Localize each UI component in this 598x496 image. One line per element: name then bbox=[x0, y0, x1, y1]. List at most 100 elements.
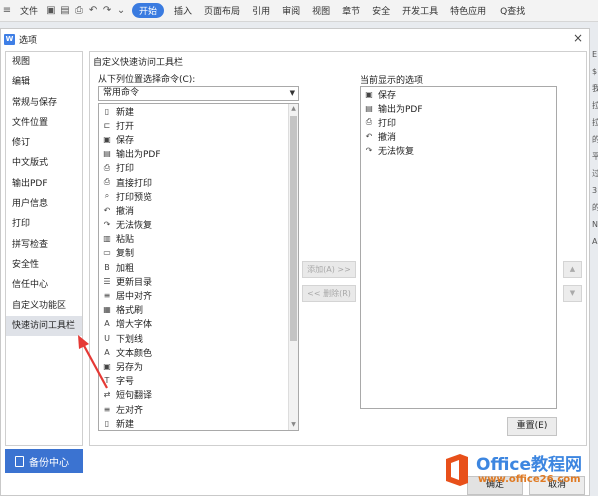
command-item-label: 更新目录 bbox=[116, 277, 153, 288]
command-item[interactable]: ⊏ 打开 bbox=[99, 118, 298, 132]
command-item[interactable]: ⎙ 直接打印 bbox=[99, 175, 298, 189]
current-items-list[interactable]: ▣ 保存 ▤ 输出为PDF ⎙ 打印 ↶ 撤消 ↷ 无法恢复 bbox=[360, 86, 557, 409]
dialog-titlebar[interactable]: W 选项 × bbox=[1, 29, 589, 49]
command-item-label: 增大字体 bbox=[116, 320, 153, 331]
open-icon[interactable]: ▤ bbox=[58, 0, 72, 22]
print-icon[interactable]: ⎙ bbox=[72, 0, 86, 22]
current-item[interactable]: ⎙ 打印 bbox=[361, 115, 556, 129]
scroll-down-icon[interactable]: ▼ bbox=[289, 420, 298, 430]
command-item[interactable]: ⎙ 打印 bbox=[99, 161, 298, 175]
scroll-thumb[interactable] bbox=[290, 116, 297, 341]
redo-icon[interactable]: ↷ bbox=[100, 0, 114, 22]
increase-font-icon: A bbox=[104, 319, 110, 329]
nav-item-trust-center[interactable]: 信任中心 bbox=[6, 275, 82, 295]
command-source-select[interactable]: 常用命令 ▼ bbox=[98, 86, 299, 101]
watermark-brand: Office教程网 bbox=[476, 455, 583, 475]
remove-button[interactable]: << 删除(R) bbox=[302, 285, 356, 302]
ribbon: ≡ 文件 ▣ ▤ ⎙ ↶ ↷ ⌄ 开始 插入 页面布局 引用 审阅 视图 章节 … bbox=[0, 0, 598, 22]
menu-icon[interactable]: ≡ bbox=[0, 0, 14, 22]
command-item[interactable]: ▯ 新建 bbox=[99, 104, 298, 118]
command-item[interactable]: ▣ 保存 bbox=[99, 132, 298, 146]
command-item-label: 另存为 bbox=[116, 362, 144, 373]
available-commands-list[interactable]: ▯ 新建 ⊏ 打开 ▣ 保存 ▤ 输出为PDF ⎙ 打印 ⎙ 直接打印 ⌕ 打印预览 ↶ 撤消 ↷ 无法恢复 ▥ 粘贴… bbox=[98, 103, 299, 431]
command-item[interactable]: ≡ 居中对齐 bbox=[99, 288, 298, 302]
nav-item-view[interactable]: 视图 bbox=[6, 52, 82, 72]
nav-item-spell-check[interactable]: 拼写检查 bbox=[6, 235, 82, 255]
tab-reference[interactable]: 引用 bbox=[246, 0, 276, 22]
tab-view[interactable]: 视图 bbox=[306, 0, 336, 22]
tab-security[interactable]: 安全 bbox=[366, 0, 396, 22]
reset-button[interactable]: 重置(E) bbox=[507, 417, 557, 436]
nav-item-security[interactable]: 安全性 bbox=[6, 255, 82, 275]
copy-icon: ▭ bbox=[103, 248, 111, 258]
command-item-label: 输出为PDF bbox=[116, 150, 161, 161]
undo-icon[interactable]: ↶ bbox=[86, 0, 100, 22]
file-menu[interactable]: 文件 bbox=[14, 0, 44, 22]
nav-item-output-pdf[interactable]: 输出PDF bbox=[6, 174, 82, 194]
group-title: 自定义快速访问工具栏 bbox=[93, 58, 184, 68]
command-source-value: 常用命令 bbox=[103, 88, 140, 98]
nav-item-edit[interactable]: 编辑 bbox=[6, 72, 82, 92]
move-down-button[interactable]: ▼ bbox=[563, 285, 582, 302]
nav-item-chinese-layout[interactable]: 中文版式 bbox=[6, 153, 82, 173]
backup-center-label: 备份中心 bbox=[29, 457, 69, 469]
nav-item-user-info[interactable]: 用户信息 bbox=[6, 194, 82, 214]
backup-center-button[interactable]: 备份中心 bbox=[5, 449, 83, 473]
chevron-down-icon: ▼ bbox=[289, 89, 295, 97]
nav-item-file-location[interactable]: 文件位置 bbox=[6, 113, 82, 133]
nav-item-quick-access-toolbar[interactable]: 快速访问工具栏 bbox=[6, 315, 82, 337]
chevron-down-icon[interactable]: ⌄ bbox=[114, 0, 128, 22]
office-logo-icon bbox=[446, 454, 468, 486]
nav-item-customize-ribbon[interactable]: 自定义功能区 bbox=[6, 296, 82, 316]
print-direct-icon: ⎙ bbox=[103, 177, 111, 187]
new-doc-icon: ▯ bbox=[104, 106, 110, 116]
add-button[interactable]: 添加(A) >> bbox=[302, 261, 356, 278]
tab-insert[interactable]: 插入 bbox=[168, 0, 198, 22]
command-item[interactable]: ☰ 更新目录 bbox=[99, 274, 298, 288]
command-item-label: 打印预览 bbox=[116, 192, 153, 203]
search-button[interactable]: Q查找 bbox=[494, 0, 531, 22]
current-item[interactable]: ▤ 输出为PDF bbox=[361, 101, 556, 115]
tab-features[interactable]: 特色应用 bbox=[444, 0, 492, 22]
command-item[interactable]: B 加粗 bbox=[99, 260, 298, 274]
command-item[interactable]: A 增大字体 bbox=[99, 317, 298, 331]
command-item[interactable]: ≡ 左对齐 bbox=[99, 402, 298, 416]
nav-item-print[interactable]: 打印 bbox=[6, 214, 82, 234]
command-item[interactable]: ⇄ 短句翻译 bbox=[99, 388, 298, 402]
tab-start[interactable]: 开始 bbox=[132, 3, 165, 18]
command-item[interactable]: ▯ 新建 bbox=[99, 416, 298, 430]
scroll-up-icon[interactable]: ▲ bbox=[289, 104, 298, 114]
move-up-button[interactable]: ▲ bbox=[563, 261, 582, 278]
command-item[interactable]: ▣ 另存为 bbox=[99, 359, 298, 373]
command-item[interactable]: U 下划线 bbox=[99, 331, 298, 345]
commands-scrollbar[interactable]: ▲ ▼ bbox=[288, 104, 298, 430]
tab-page-layout[interactable]: 页面布局 bbox=[198, 0, 246, 22]
tab-section[interactable]: 章节 bbox=[336, 0, 366, 22]
command-item-label: 无法恢复 bbox=[116, 221, 153, 232]
tab-developer[interactable]: 开发工具 bbox=[396, 0, 444, 22]
paste-icon: ▥ bbox=[103, 234, 111, 244]
nav-item-revision[interactable]: 修订 bbox=[6, 133, 82, 153]
pdf-export-icon: ▤ bbox=[103, 149, 111, 159]
quick-access-group: 自定义快速访问工具栏 从下列位置选择命令(C): 当前显示的选项 常用命令 ▼ … bbox=[89, 51, 587, 446]
command-item[interactable]: ▦ 格式刷 bbox=[99, 303, 298, 317]
command-item[interactable]: T 字号 bbox=[99, 374, 298, 388]
current-item[interactable]: ↶ 撤消 bbox=[361, 130, 556, 144]
command-item[interactable]: ▭ 复制 bbox=[99, 246, 298, 260]
close-icon[interactable]: × bbox=[571, 31, 585, 45]
command-item[interactable]: ▤ 输出为PDF bbox=[99, 147, 298, 161]
text-color-icon: A bbox=[104, 347, 110, 357]
command-item[interactable]: A 文本颜色 bbox=[99, 345, 298, 359]
tab-review[interactable]: 审阅 bbox=[276, 0, 306, 22]
nav-item-general-save[interactable]: 常规与保存 bbox=[6, 93, 82, 113]
current-item[interactable]: ▣ 保存 bbox=[361, 87, 556, 101]
save-icon: ▣ bbox=[365, 89, 373, 99]
command-item[interactable]: A减小字体 bbox=[99, 430, 298, 431]
current-item-label: 无法恢复 bbox=[378, 147, 415, 158]
command-item[interactable]: ⌕ 打印预览 bbox=[99, 189, 298, 203]
save-icon[interactable]: ▣ bbox=[44, 0, 58, 22]
command-item[interactable]: ↷ 无法恢复 bbox=[99, 218, 298, 232]
command-item[interactable]: ▥ 粘贴 bbox=[99, 232, 298, 246]
current-item[interactable]: ↷ 无法恢复 bbox=[361, 144, 556, 158]
command-item[interactable]: ↶ 撤消 bbox=[99, 203, 298, 217]
